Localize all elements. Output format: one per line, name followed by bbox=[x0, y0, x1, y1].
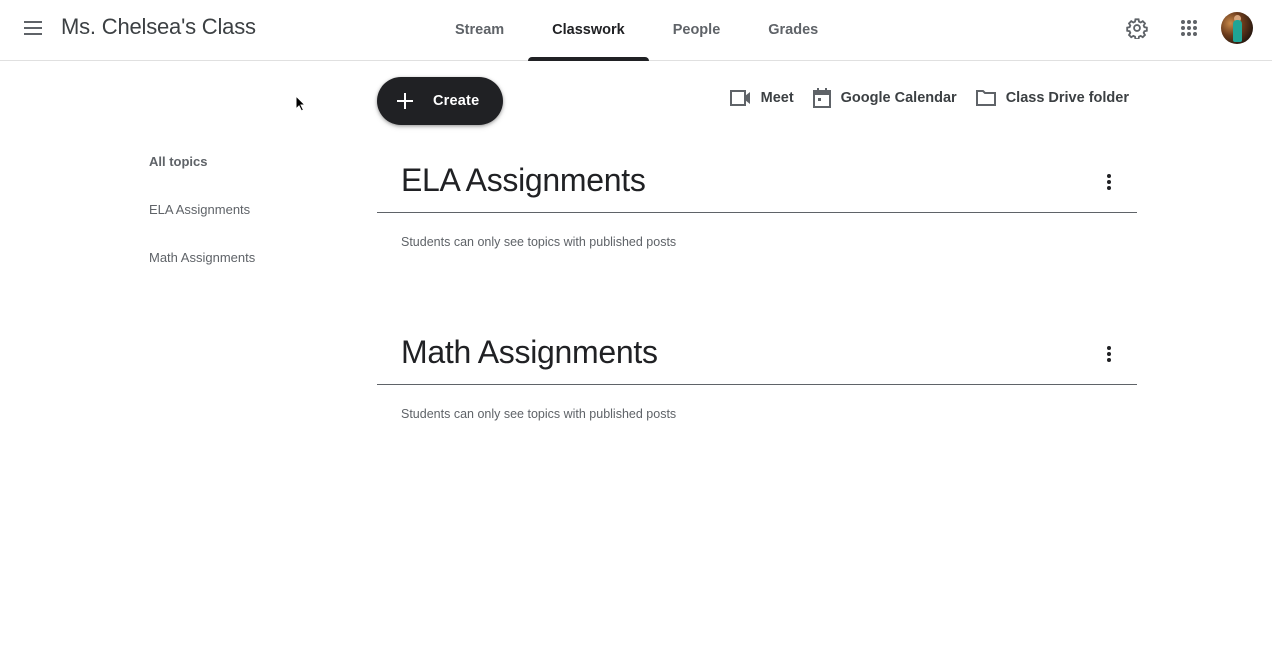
tab-people[interactable]: People bbox=[649, 0, 745, 60]
google-apps-button[interactable] bbox=[1169, 8, 1209, 48]
topic-empty-note: Students can only see topics with publis… bbox=[401, 235, 677, 249]
topic-title[interactable]: ELA Assignments bbox=[401, 162, 646, 199]
sidebar-item-math-assignments[interactable]: Math Assignments bbox=[149, 249, 349, 297]
sidebar-item-ela-assignments[interactable]: ELA Assignments bbox=[149, 201, 349, 249]
top-app-bar: Ms. Chelsea's Class Stream Classwork Peo… bbox=[0, 0, 1272, 61]
topic-more-options-button[interactable] bbox=[1089, 162, 1129, 202]
meet-label: Meet bbox=[760, 90, 794, 106]
tab-classwork[interactable]: Classwork bbox=[528, 0, 649, 61]
topic-empty-note: Students can only see topics with publis… bbox=[401, 407, 677, 421]
topic-section: Math Assignments Students can only see t… bbox=[377, 326, 1137, 421]
google-calendar-label: Google Calendar bbox=[840, 90, 957, 106]
google-calendar-link[interactable]: Google Calendar bbox=[812, 87, 957, 109]
video-camera-icon bbox=[729, 90, 750, 106]
more-vert-icon bbox=[1107, 346, 1111, 362]
topic-section: ELA Assignments Students can only see to… bbox=[377, 154, 1137, 249]
main-menu-button[interactable] bbox=[13, 8, 53, 48]
topics-sidebar: All topics ELA Assignments Math Assignme… bbox=[149, 153, 349, 297]
sidebar-item-all-topics[interactable]: All topics bbox=[149, 153, 349, 201]
class-tabs: Stream Classwork People Grades bbox=[431, 0, 842, 61]
topic-header: Math Assignments bbox=[377, 326, 1137, 385]
class-title[interactable]: Ms. Chelsea's Class bbox=[61, 14, 256, 40]
class-settings-button[interactable] bbox=[1117, 8, 1157, 48]
user-avatar[interactable] bbox=[1221, 12, 1253, 44]
topic-header: ELA Assignments bbox=[377, 154, 1137, 213]
tab-stream[interactable]: Stream bbox=[431, 0, 528, 60]
class-drive-folder-link[interactable]: Class Drive folder bbox=[975, 89, 1129, 107]
calendar-icon bbox=[812, 88, 831, 108]
topic-title[interactable]: Math Assignments bbox=[401, 334, 658, 371]
class-drive-folder-label: Class Drive folder bbox=[1005, 90, 1129, 106]
folder-icon bbox=[975, 90, 996, 106]
create-button-label: Create bbox=[433, 93, 480, 109]
topic-more-options-button[interactable] bbox=[1089, 334, 1129, 374]
more-vert-icon bbox=[1107, 174, 1111, 190]
plus-icon bbox=[395, 91, 415, 111]
avatar-photo-figure bbox=[1233, 20, 1242, 42]
meet-link[interactable]: Meet bbox=[729, 89, 794, 107]
tab-grades[interactable]: Grades bbox=[744, 0, 842, 60]
create-button[interactable]: Create bbox=[377, 77, 503, 125]
gear-icon bbox=[1126, 18, 1148, 39]
hamburger-menu-icon bbox=[24, 21, 42, 35]
mouse-pointer-icon bbox=[295, 95, 307, 112]
class-tools: Meet Google Calendar Class Drive folder bbox=[712, 86, 1129, 110]
apps-grid-icon bbox=[1181, 20, 1197, 36]
